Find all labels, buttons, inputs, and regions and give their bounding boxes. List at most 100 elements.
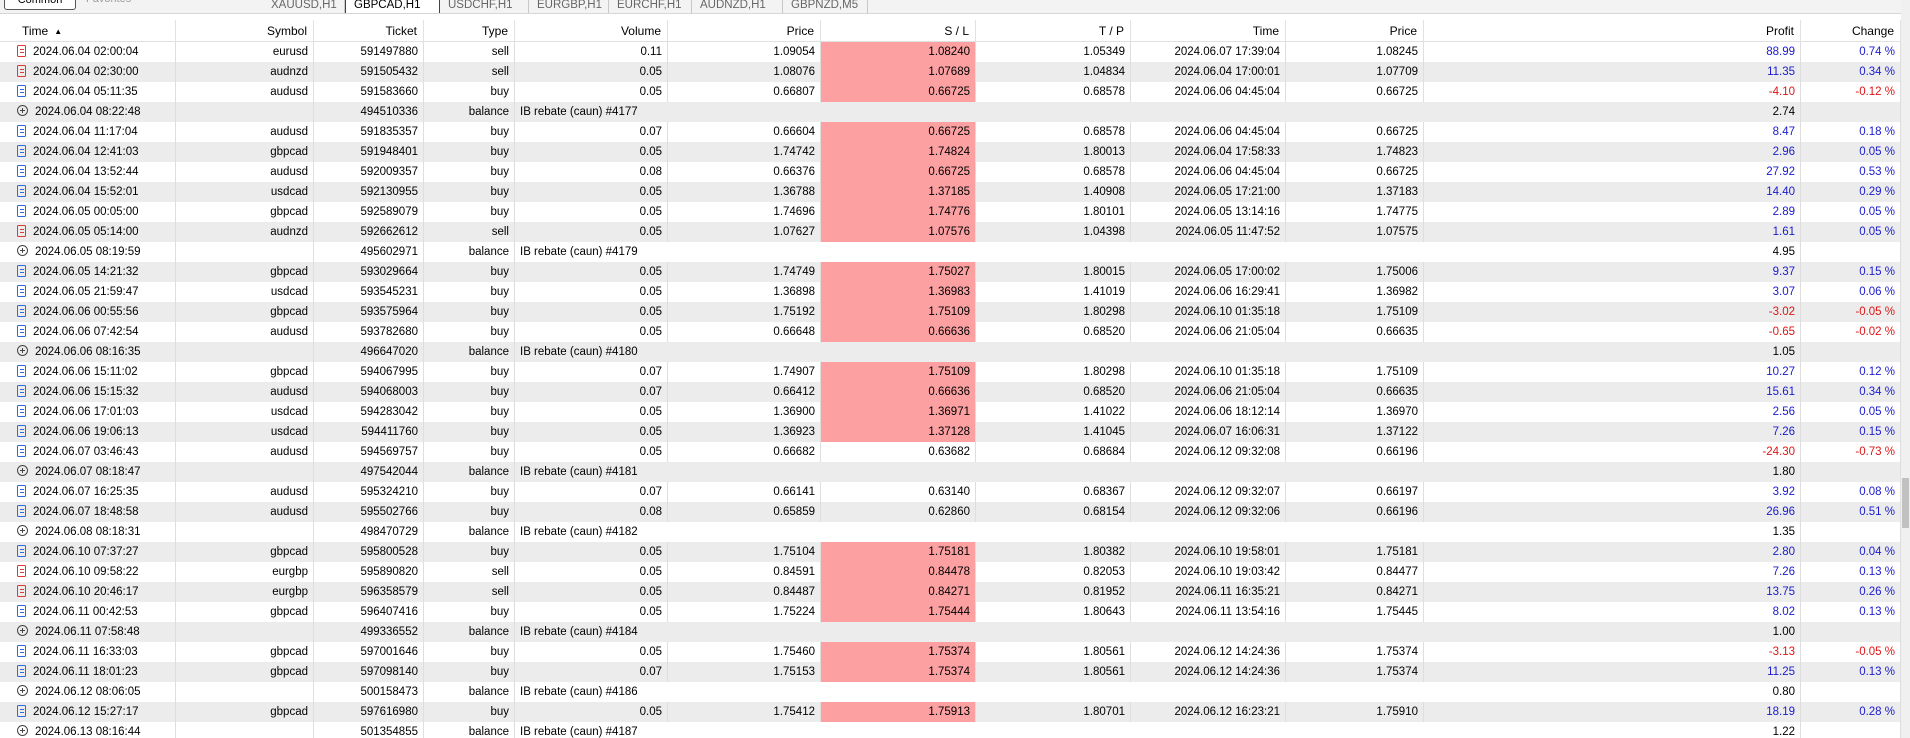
deal-row[interactable]: 2024.06.04 13:52:44 audusd 592009357 buy 0.0… (0, 162, 1910, 182)
column-header-volume[interactable]: Volume (515, 20, 668, 42)
deal-row[interactable]: 2024.06.06 15:11:02 gbpcad 594067995 buy 0.0… (0, 362, 1910, 382)
buy-deal-icon[interactable] (17, 425, 26, 437)
sell-deal-icon[interactable] (17, 65, 26, 77)
favorites-tab-button[interactable]: Favorites (86, 0, 131, 10)
buy-deal-icon[interactable] (17, 665, 26, 677)
common-tab-button[interactable]: Common (4, 0, 76, 10)
chart-tab-eurgbp-h1[interactable]: EURGBP,H1 (529, 0, 609, 13)
deal-row[interactable]: 2024.06.04 11:17:04 audusd 591835357 buy 0.0… (0, 122, 1910, 142)
deal-row[interactable]: 2024.06.05 21:59:47 usdcad 593545231 buy 0.0… (0, 282, 1910, 302)
chart-tab-eurchf-h1[interactable]: EURCHF,H1 (609, 0, 692, 13)
deal-row[interactable]: 2024.06.10 09:58:22 eurgbp 595890820 sell 0.… (0, 562, 1910, 582)
deal-row[interactable]: 2024.06.06 15:15:32 audusd 594068003 buy 0.0… (0, 382, 1910, 402)
deal-row[interactable]: 2024.06.04 05:11:35 audusd 591583660 buy 0.0… (0, 82, 1910, 102)
column-header-stop-loss[interactable]: S / L (821, 20, 976, 42)
balance-row[interactable]: 2024.06.11 07:58:48 499336552 balance IB re… (0, 622, 1910, 642)
balance-row[interactable]: 2024.06.13 08:16:44 501354855 balance IB re… (0, 722, 1910, 738)
balance-plus-icon[interactable] (17, 245, 28, 256)
balance-plus-icon[interactable] (17, 105, 28, 116)
deal-row[interactable]: 2024.06.10 07:37:27 gbpcad 595800528 buy 0.0… (0, 542, 1910, 562)
buy-deal-icon[interactable] (17, 405, 26, 417)
balance-plus-icon[interactable] (17, 725, 28, 736)
buy-deal-icon[interactable] (17, 505, 26, 517)
balance-plus-icon[interactable] (17, 465, 28, 476)
buy-deal-icon[interactable] (17, 285, 26, 297)
cell-take-profit: 0.68684 (976, 442, 1131, 462)
buy-deal-icon[interactable] (17, 705, 26, 717)
chart-tab-audnzd-h1[interactable]: AUDNZD,H1 (692, 0, 783, 13)
deal-row[interactable]: 2024.06.05 14:21:32 gbpcad 593029664 buy 0.0… (0, 262, 1910, 282)
deal-row[interactable]: 2024.06.04 12:41:03 gbpcad 591948401 buy 0.0… (0, 142, 1910, 162)
cell-close-price: 1.37183 (1286, 182, 1424, 202)
deal-row[interactable]: 2024.06.06 17:01:03 usdcad 594283042 buy 0.0… (0, 402, 1910, 422)
deal-row[interactable]: 2024.06.04 02:00:04 eurusd 591497880 sell 0.… (0, 42, 1910, 62)
column-header-ticket[interactable]: Ticket (314, 20, 424, 42)
buy-deal-icon[interactable] (17, 205, 26, 217)
balance-plus-icon[interactable] (17, 525, 28, 536)
buy-deal-icon[interactable] (17, 325, 26, 337)
deal-row[interactable]: 2024.06.12 15:27:17 gbpcad 597616980 buy 0.0… (0, 702, 1910, 722)
buy-deal-icon[interactable] (17, 85, 26, 97)
chart-tab-xauusd-h1[interactable]: XAUUSD,H1 (263, 0, 345, 13)
deal-row[interactable]: 2024.06.06 07:42:54 audusd 593782680 buy 0.0… (0, 322, 1910, 342)
sell-deal-icon[interactable] (17, 45, 26, 57)
deal-row[interactable]: 2024.06.05 00:05:00 gbpcad 592589079 buy 0.0… (0, 202, 1910, 222)
cell-take-profit: 1.80015 (976, 262, 1131, 282)
column-header-price[interactable]: Price (668, 20, 821, 42)
balance-row[interactable]: 2024.06.06 08:16:35 496647020 balance IB re… (0, 342, 1910, 362)
chart-tab-usdchf-h1[interactable]: USDCHF,H1 (440, 0, 529, 13)
column-header-close-price[interactable]: Price (1286, 20, 1424, 42)
buy-deal-icon[interactable] (17, 145, 26, 157)
balance-plus-icon[interactable] (17, 685, 28, 696)
deal-row[interactable]: 2024.06.04 15:52:01 usdcad 592130955 buy 0.0… (0, 182, 1910, 202)
deal-row[interactable]: 2024.06.07 03:46:43 audusd 594569757 buy 0.0… (0, 442, 1910, 462)
buy-deal-icon[interactable] (17, 165, 26, 177)
deal-row[interactable]: 2024.06.05 05:14:00 audnzd 592662612 sell 0.… (0, 222, 1910, 242)
balance-row[interactable]: 2024.06.07 08:18:47 497542044 balance IB re… (0, 462, 1910, 482)
buy-deal-icon[interactable] (17, 265, 26, 277)
buy-deal-icon[interactable] (17, 365, 26, 377)
deal-row[interactable]: 2024.06.07 18:48:58 audusd 595502766 buy 0.0… (0, 502, 1910, 522)
cell-symbol: eurgbp (176, 582, 314, 602)
vertical-scrollbar[interactable] (1901, 0, 1910, 738)
buy-deal-icon[interactable] (17, 445, 26, 457)
balance-row[interactable]: 2024.06.12 08:06:05 500158473 balance IB re… (0, 682, 1910, 702)
sell-deal-icon[interactable] (17, 565, 26, 577)
sort-ascending-icon[interactable]: ▲ (54, 27, 62, 36)
chart-tab-gbpnzd-m5[interactable]: GBPNZD,M5 (783, 0, 868, 13)
chart-tab-gbpcad-h1[interactable]: GBPCAD,H1 (345, 0, 440, 13)
deal-row[interactable]: 2024.06.06 19:06:13 usdcad 594411760 buy 0.0… (0, 422, 1910, 442)
balance-row[interactable]: 2024.06.05 08:19:59 495602971 balance IB re… (0, 242, 1910, 262)
sell-deal-icon[interactable] (17, 225, 26, 237)
deal-row[interactable]: 2024.06.11 18:01:23 gbpcad 597098140 buy 0.0… (0, 662, 1910, 682)
balance-row[interactable]: 2024.06.08 08:18:31 498470729 balance IB re… (0, 522, 1910, 542)
sell-deal-icon[interactable] (17, 585, 26, 597)
scrollbar-thumb[interactable] (1902, 478, 1909, 528)
buy-deal-icon[interactable] (17, 485, 26, 497)
buy-deal-icon[interactable] (17, 185, 26, 197)
balance-row[interactable]: 2024.06.04 08:22:48 494510336 balance IB re… (0, 102, 1910, 122)
buy-deal-icon[interactable] (17, 125, 26, 137)
column-header-type[interactable]: Type (424, 20, 515, 42)
buy-deal-icon[interactable] (17, 645, 26, 657)
balance-plus-icon[interactable] (17, 345, 28, 356)
buy-deal-icon[interactable] (17, 605, 26, 617)
column-header-time[interactable]: Time ▲ (0, 20, 176, 42)
deal-row[interactable]: 2024.06.04 02:30:00 audnzd 591505432 sell 0.… (0, 62, 1910, 82)
time-text: 2024.06.08 08:18:31 (35, 526, 141, 538)
buy-deal-icon[interactable] (17, 385, 26, 397)
column-header-take-profit[interactable]: T / P (976, 20, 1131, 42)
deal-row[interactable]: 2024.06.11 16:33:03 gbpcad 597001646 buy 0.0… (0, 642, 1910, 662)
deal-row[interactable]: 2024.06.10 20:46:17 eurgbp 596358579 sell 0.… (0, 582, 1910, 602)
deal-row[interactable]: 2024.06.06 00:55:56 gbpcad 593575964 buy 0.0… (0, 302, 1910, 322)
column-header-change[interactable]: Change (1801, 20, 1901, 42)
column-header-close-time[interactable]: Time (1131, 20, 1286, 42)
column-header-symbol[interactable]: Symbol (176, 20, 314, 42)
buy-deal-icon[interactable] (17, 305, 26, 317)
cell-stop-loss: 1.07576 (821, 222, 976, 242)
column-header-profit[interactable]: Profit (1424, 20, 1801, 42)
buy-deal-icon[interactable] (17, 545, 26, 557)
deal-row[interactable]: 2024.06.07 16:25:35 audusd 595324210 buy 0.0… (0, 482, 1910, 502)
deal-row[interactable]: 2024.06.11 00:42:53 gbpcad 596407416 buy 0.0… (0, 602, 1910, 622)
balance-plus-icon[interactable] (17, 625, 28, 636)
